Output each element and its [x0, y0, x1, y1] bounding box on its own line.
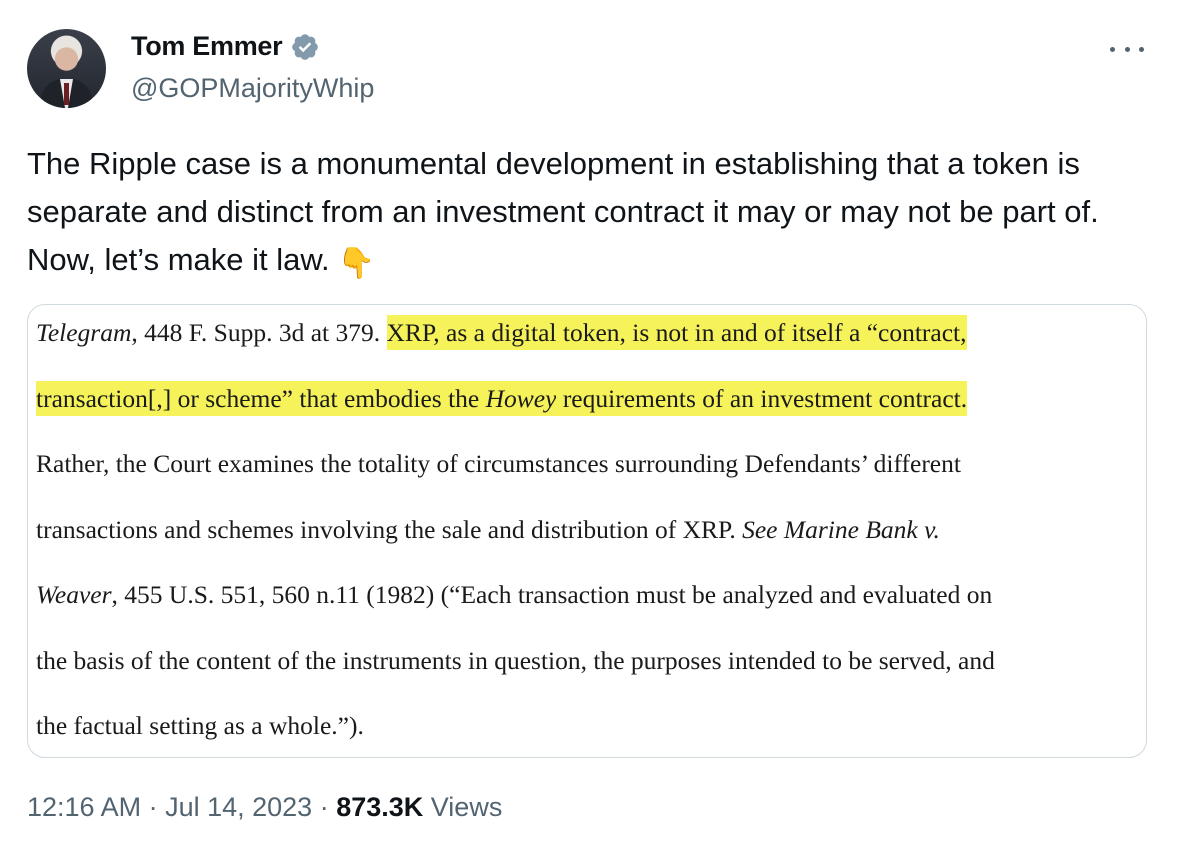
- highlighted-text: transaction[,] or scheme” that embodies …: [36, 380, 486, 416]
- citation-text: , 448 F. Supp. 3d at 379.: [131, 318, 387, 347]
- separator-dot: ·: [312, 792, 337, 822]
- case-name-telegram: Telegram: [36, 318, 132, 347]
- tweet-time[interactable]: 12:16 AM: [27, 792, 141, 822]
- excerpt-line-6: the basis of the content of the instrume…: [36, 645, 995, 675]
- attached-image[interactable]: Telegram, 448 F. Supp. 3d at 379. XRP, a…: [27, 304, 1147, 758]
- verified-badge-icon[interactable]: [290, 32, 320, 62]
- separator-dot: ·: [141, 792, 166, 822]
- views-label: Views: [423, 792, 503, 822]
- tweet-text: The Ripple case is a monumental developm…: [27, 140, 1147, 288]
- pointing-down-emoji-icon: 👇: [337, 247, 376, 280]
- more-options-icon[interactable]: [1110, 38, 1144, 60]
- excerpt-text: transactions and schemes involving the s…: [36, 514, 743, 544]
- highlighted-text: requirements of an investment contract.: [556, 380, 968, 416]
- author-display-name[interactable]: Tom Emmer: [131, 31, 283, 62]
- excerpt-line-7: the factual setting as a whole.”).: [36, 711, 364, 740]
- case-name-weaver: Weaver: [36, 580, 112, 609]
- excerpt-line-1: Telegram, 448 F. Supp. 3d at 379. XRP, a…: [36, 313, 1136, 379]
- excerpt-line-5: Weaver, 455 U.S. 551, 560 n.11 (1982) (“…: [36, 575, 1136, 641]
- more-dot: [1139, 46, 1144, 52]
- highlighted-case-name-howey: Howey: [485, 380, 557, 416]
- excerpt-line-3: Rather, the Court examines the totality …: [36, 449, 961, 478]
- more-dot: [1110, 46, 1115, 52]
- author-avatar[interactable]: [27, 29, 106, 108]
- author-handle[interactable]: @GOPMajorityWhip: [131, 73, 374, 104]
- excerpt-line-2: transaction[,] or scheme” that embodies …: [36, 379, 1136, 445]
- excerpt-text: , 455 U.S. 551, 560 n.11 (1982) (“Each t…: [111, 580, 993, 609]
- avatar-tie: [64, 83, 69, 105]
- excerpt-line-4: transactions and schemes involving the s…: [36, 510, 1136, 576]
- tweet-body: The Ripple case is a monumental developm…: [27, 146, 1099, 277]
- more-dot: [1124, 46, 1130, 52]
- author-name-row[interactable]: Tom Emmer: [131, 31, 320, 62]
- citation-signal: See Marine Bank v.: [742, 514, 940, 544]
- tweet-date[interactable]: Jul 14, 2023: [165, 792, 312, 822]
- highlighted-text: XRP, as a digital token, is not in and o…: [386, 315, 967, 350]
- tweet-metadata: 12:16 AM · Jul 14, 2023 · 873.3K Views: [27, 792, 502, 823]
- views-count[interactable]: 873.3K: [336, 792, 423, 822]
- court-ruling-excerpt: Telegram, 448 F. Supp. 3d at 379. XRP, a…: [36, 313, 1136, 757]
